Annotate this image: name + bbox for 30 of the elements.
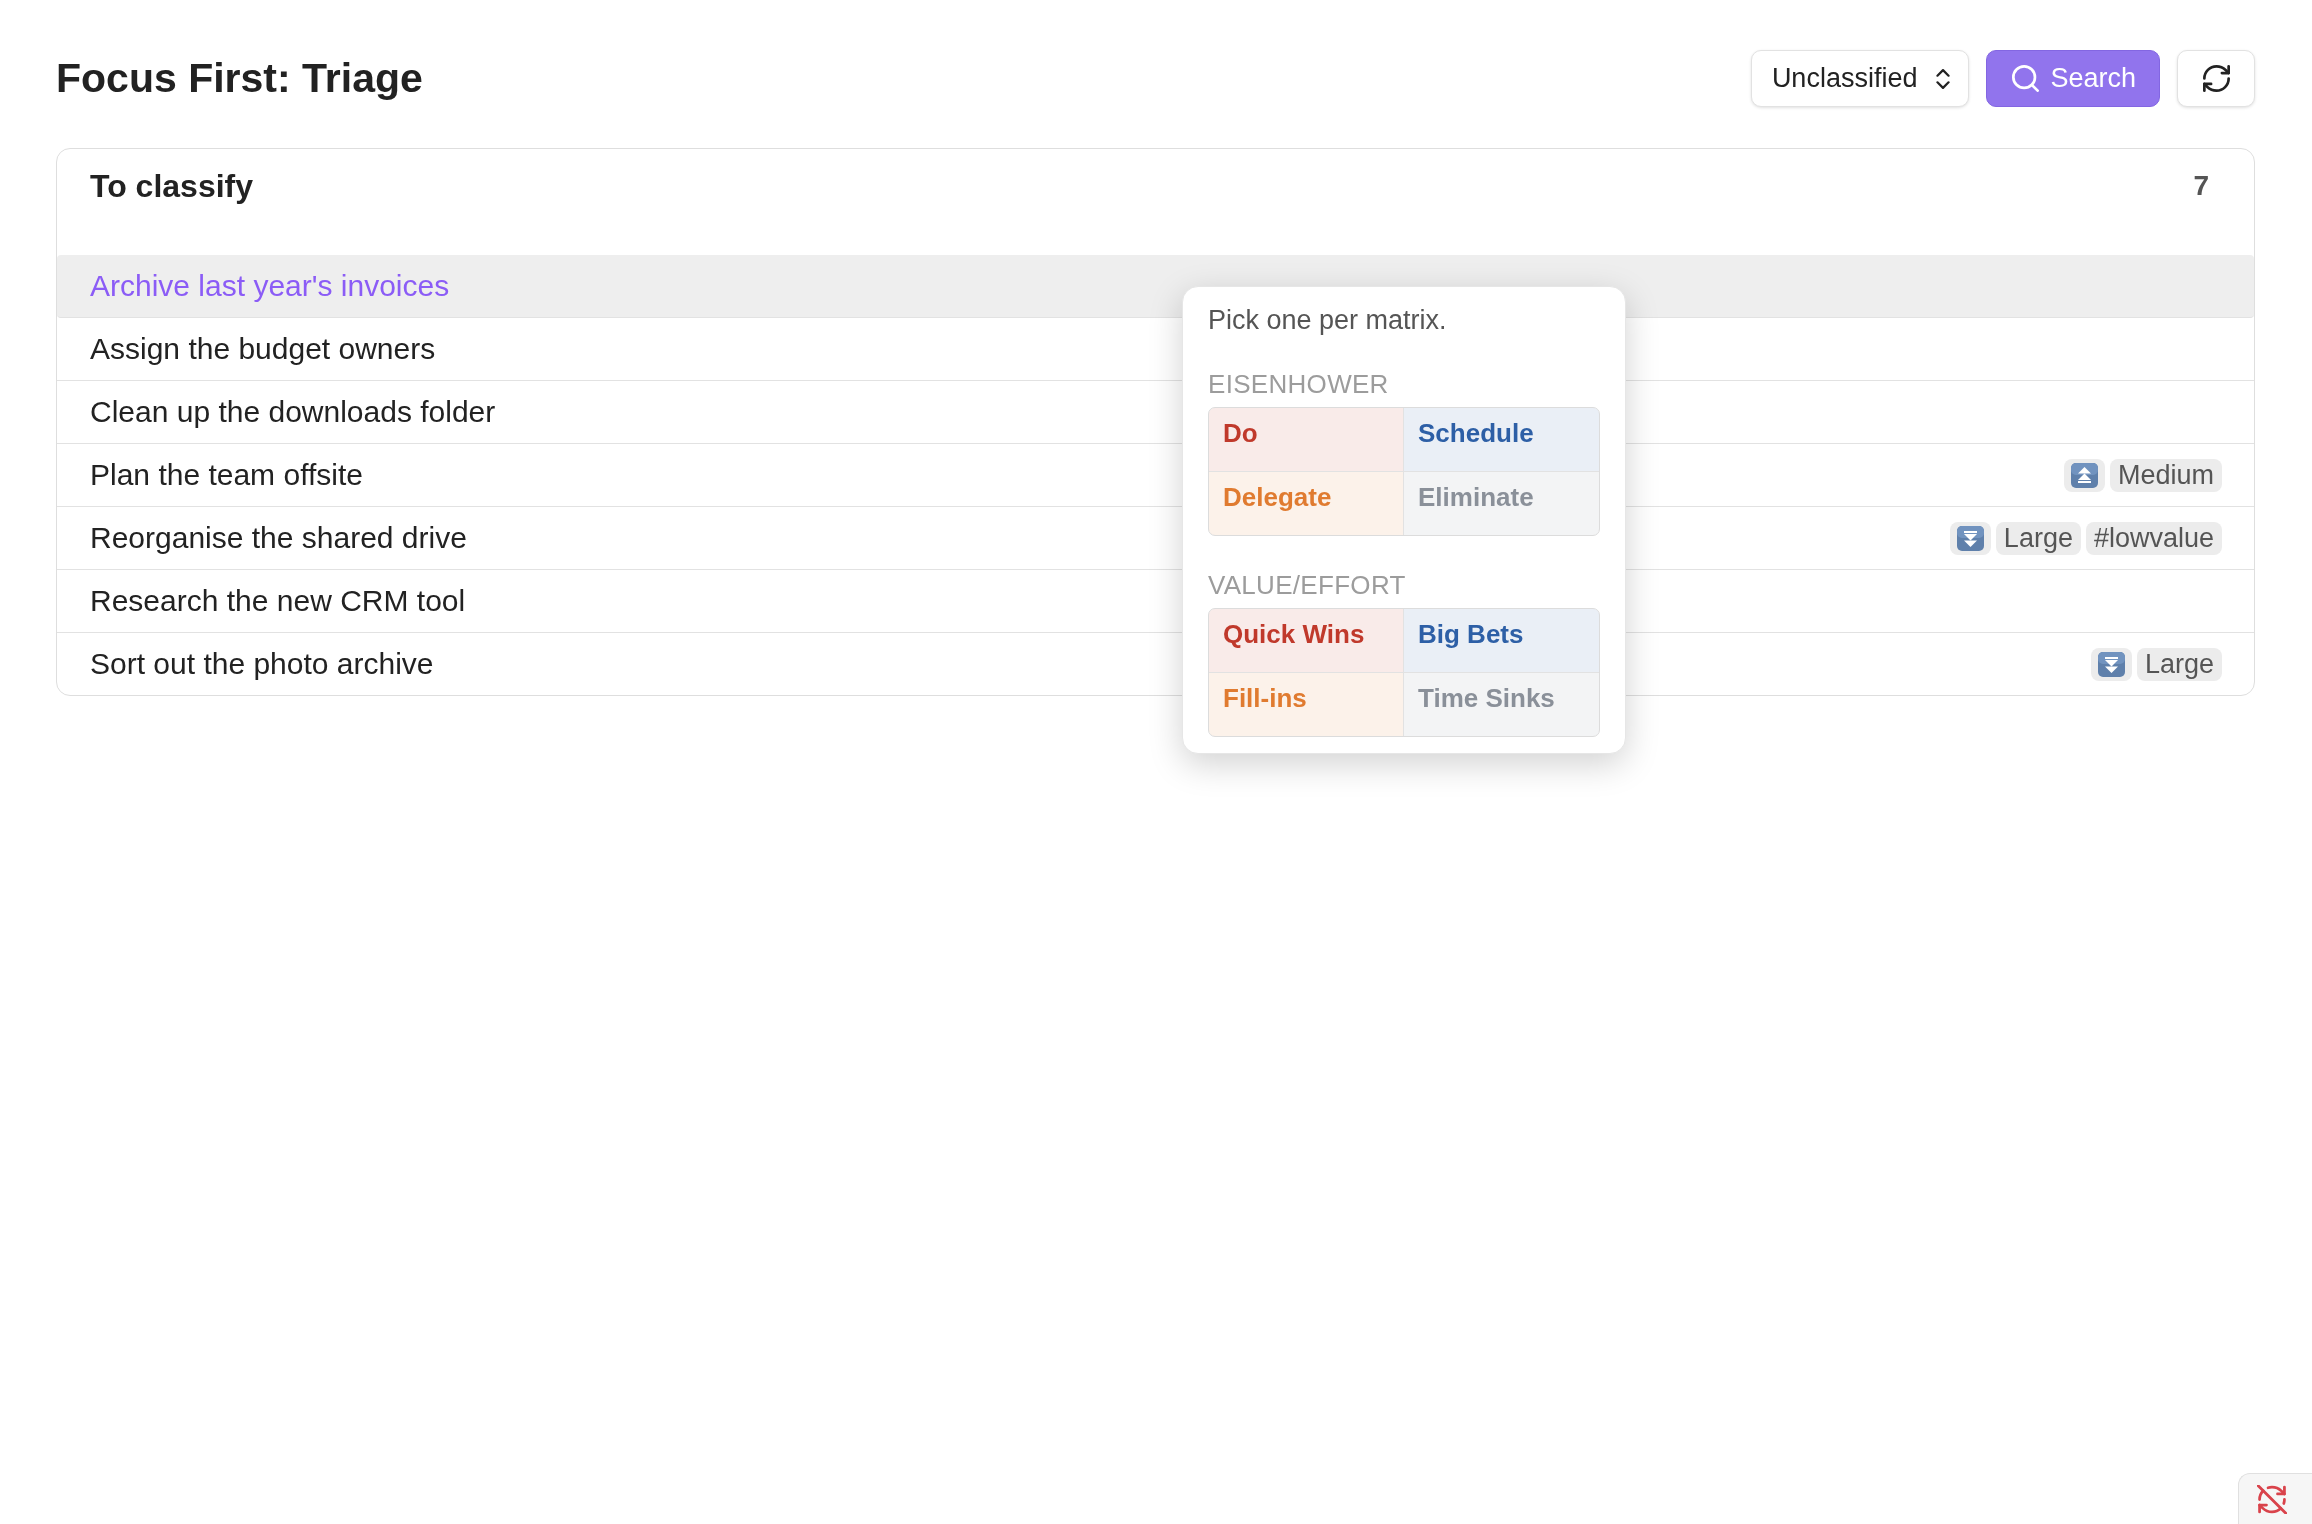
sync-off-icon[interactable] xyxy=(2257,1485,2287,1514)
search-button[interactable]: Search xyxy=(1986,50,2160,107)
task-title[interactable]: Plan the team offsite xyxy=(90,458,363,492)
tag-label: #lowvalue xyxy=(2085,521,2222,555)
up-down-chevron-icon xyxy=(1936,68,1951,89)
filter-dropdown[interactable]: Unclassified xyxy=(1750,50,1970,107)
section-title: To classify xyxy=(90,167,254,205)
tag-label: Large xyxy=(2136,647,2222,681)
matrix-option[interactable]: Time Sinks xyxy=(1404,673,1599,736)
matrix-option[interactable]: Schedule xyxy=(1404,408,1599,472)
refresh-icon xyxy=(2202,65,2230,92)
popover-hint: Pick one per matrix. xyxy=(1208,304,1448,336)
matrix-option[interactable]: Eliminate xyxy=(1404,472,1599,535)
task-title[interactable]: Archive last year's invoices xyxy=(90,269,450,303)
matrix-option[interactable]: Quick Wins xyxy=(1209,609,1404,673)
matrix-option[interactable]: Big Bets xyxy=(1404,609,1599,673)
matrix-option[interactable]: Do xyxy=(1209,408,1404,472)
matrix-heading: EISENHOWER xyxy=(1208,369,1390,400)
refresh-button[interactable] xyxy=(2177,50,2255,107)
task-title[interactable]: Clean up the downloads folder xyxy=(90,395,496,429)
task-count: 7 xyxy=(2193,169,2209,203)
matrix-heading: VALUE/EFFORT xyxy=(1208,570,1407,601)
task-title[interactable]: Reorganise the shared drive xyxy=(90,521,467,555)
page-title: Focus First: Triage xyxy=(56,54,423,103)
tag-label: Medium xyxy=(2109,458,2222,492)
task-title[interactable]: Sort out the photo archive xyxy=(90,647,434,681)
task-title[interactable]: Assign the budget owners xyxy=(90,332,436,366)
tag-label: Large xyxy=(1995,521,2081,555)
task-title[interactable]: Research the new CRM tool xyxy=(90,584,466,618)
search-icon xyxy=(2012,65,2040,92)
